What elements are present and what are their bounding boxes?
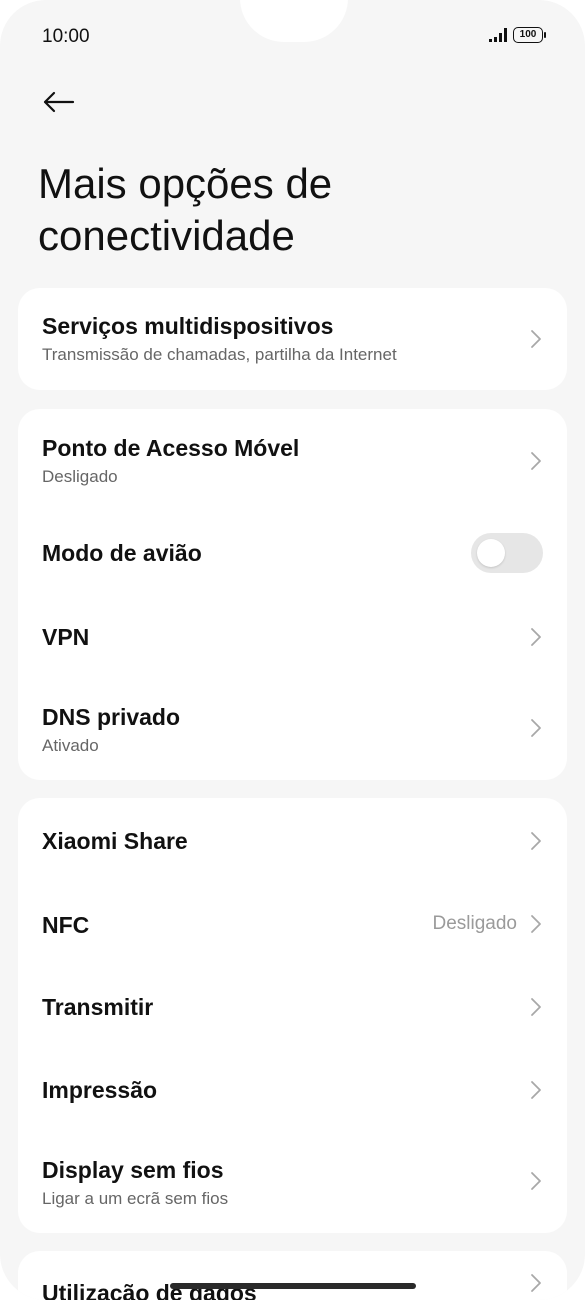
- chevron-right-icon: [531, 719, 541, 737]
- chevron-right-icon: [531, 1274, 541, 1292]
- row-title: Ponto de Acesso Móvel: [42, 435, 300, 461]
- home-indicator[interactable]: [170, 1283, 416, 1289]
- back-button[interactable]: [36, 82, 80, 122]
- row-title: Modo de avião: [42, 540, 202, 566]
- row-subtitle: Desligado: [42, 467, 118, 486]
- row-text: NFC: [42, 911, 89, 939]
- settings-item-xiaomi-share[interactable]: Xiaomi Share: [18, 798, 567, 882]
- signal-icon: [489, 28, 507, 42]
- row-subtitle: Ligar a um ecrã sem fios: [42, 1189, 229, 1208]
- row-title: Serviços multidispositivos: [42, 313, 334, 339]
- row-title: Impressão: [42, 1077, 158, 1103]
- settings-item-hotspot[interactable]: Ponto de Acesso Móvel Desligado: [18, 409, 567, 511]
- row-subtitle: Transmissão de chamadas, partilha da Int…: [42, 345, 397, 364]
- chevron-right-icon: [531, 452, 541, 470]
- toggle-knob: [477, 539, 505, 567]
- back-arrow-icon: [43, 91, 75, 113]
- row-title: VPN: [42, 624, 90, 650]
- battery-icon: 100: [513, 27, 546, 43]
- settings-item-nfc[interactable]: NFC Desligado: [18, 882, 567, 966]
- chevron-right-icon: [531, 628, 541, 646]
- settings-item-data-usage[interactable]: Utilização de dados: [18, 1251, 567, 1300]
- settings-card-sharing: Xiaomi Share NFC Desligado Transmitir Im…: [18, 798, 567, 1233]
- row-text: DNS privado Ativado: [42, 703, 180, 757]
- row-title: Xiaomi Share: [42, 828, 188, 854]
- row-title: NFC: [42, 912, 90, 938]
- row-text: Serviços multidispositivos Transmissão d…: [42, 312, 397, 366]
- chevron-right-icon: [531, 998, 541, 1016]
- row-title: Transmitir: [42, 994, 154, 1020]
- status-icons: 100: [489, 27, 546, 43]
- phone-screen: 10:00 100 Mais opções de conectividade S…: [0, 0, 585, 1300]
- chevron-right-icon: [531, 832, 541, 850]
- settings-item-vpn[interactable]: VPN: [18, 595, 567, 679]
- row-text: Ponto de Acesso Móvel Desligado: [42, 434, 299, 488]
- settings-item-wireless-display[interactable]: Display sem fios Ligar a um ecrã sem fio…: [18, 1132, 567, 1233]
- row-text: Modo de avião: [42, 539, 202, 567]
- status-bar: 10:00 100: [0, 0, 585, 74]
- chevron-right-icon: [531, 330, 541, 348]
- chevron-right-icon: [531, 1081, 541, 1099]
- row-title: DNS privado: [42, 704, 181, 730]
- row-subtitle: Ativado: [42, 736, 99, 755]
- settings-item-cast[interactable]: Transmitir: [18, 966, 567, 1048]
- row-text: Impressão: [42, 1076, 157, 1104]
- row-title: Display sem fios: [42, 1157, 224, 1183]
- page-title: Mais opções de conectividade: [38, 160, 333, 259]
- settings-card-data: Utilização de dados: [18, 1251, 567, 1300]
- settings-card-network: Ponto de Acesso Móvel Desligado Modo de …: [18, 409, 567, 780]
- row-text: Xiaomi Share: [42, 827, 188, 855]
- row-text: VPN: [42, 623, 89, 651]
- battery-level: 100: [519, 29, 537, 40]
- chevron-right-icon: [531, 1172, 541, 1190]
- nfc-status-value: Desligado: [432, 913, 518, 934]
- settings-item-airplane-mode: Modo de avião: [18, 511, 567, 595]
- status-time: 10:00: [42, 26, 90, 47]
- row-text: Transmitir: [42, 993, 153, 1021]
- row-text: Display sem fios Ligar a um ecrã sem fio…: [42, 1156, 228, 1210]
- settings-item-multidevice-services[interactable]: Serviços multidispositivos Transmissão d…: [18, 288, 567, 390]
- settings-item-printing[interactable]: Impressão: [18, 1048, 567, 1132]
- chevron-right-icon: [531, 915, 541, 933]
- settings-card-multidevice: Serviços multidispositivos Transmissão d…: [18, 288, 567, 390]
- settings-item-private-dns[interactable]: DNS privado Ativado: [18, 679, 567, 780]
- airplane-mode-toggle[interactable]: [471, 533, 543, 573]
